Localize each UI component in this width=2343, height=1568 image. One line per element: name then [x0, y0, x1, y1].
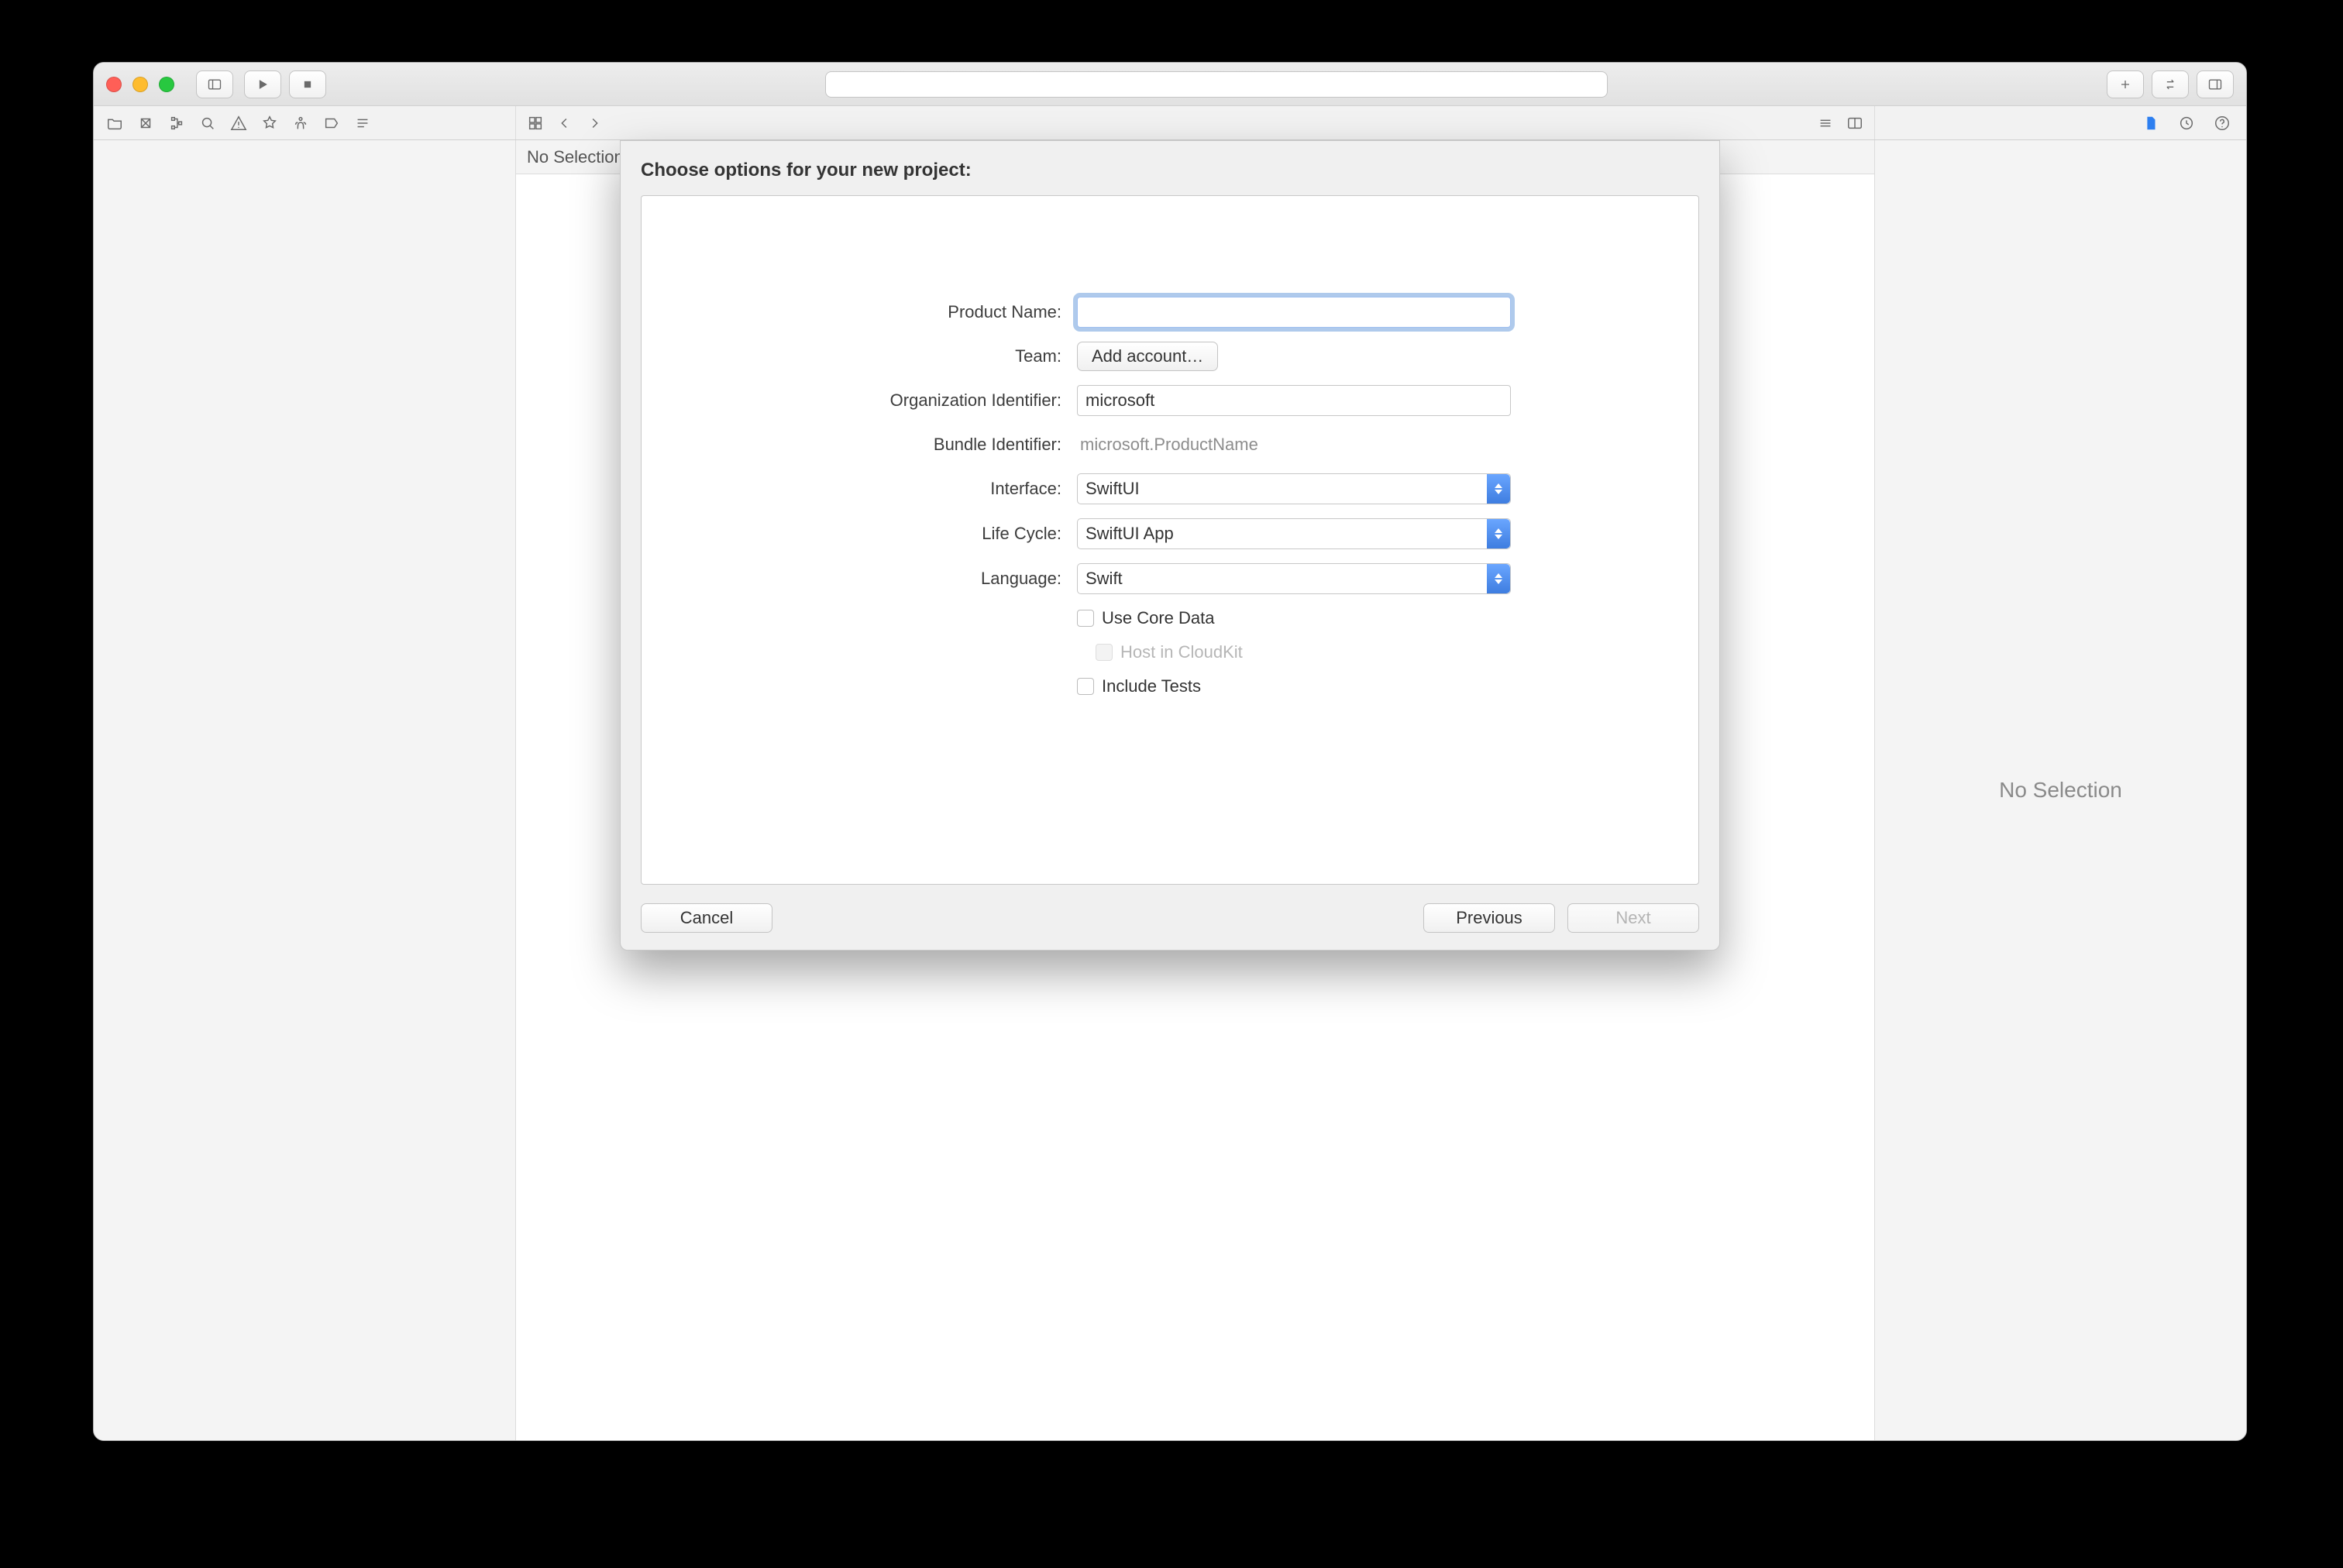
project-navigator — [94, 140, 516, 1440]
lifecycle-select-value: SwiftUI App — [1085, 524, 1174, 544]
minimize-window[interactable] — [132, 77, 148, 92]
previous-button[interactable]: Previous — [1423, 903, 1555, 933]
related-items-icon[interactable] — [525, 113, 545, 133]
bundle-id-value: microsoft.ProductName — [1077, 430, 1511, 459]
debug-navigator-icon[interactable] — [291, 113, 311, 133]
interface-select-value: SwiftUI — [1085, 479, 1140, 499]
jump-bar-status-text: No Selection — [527, 147, 624, 167]
lifecycle-select[interactable]: SwiftUI App — [1077, 518, 1511, 549]
interface-label: Interface: — [990, 479, 1061, 499]
source-control-navigator-icon[interactable] — [136, 113, 156, 133]
traffic-lights — [106, 77, 174, 92]
play-icon — [255, 77, 270, 92]
host-cloudkit-label: Host in CloudKit — [1120, 642, 1243, 662]
library-add-button[interactable] — [2107, 70, 2144, 98]
go-back-icon[interactable] — [555, 113, 575, 133]
use-core-data-row[interactable]: Use Core Data — [1077, 608, 1511, 628]
editor-jump-bar — [516, 106, 1874, 139]
breakpoint-navigator-icon[interactable] — [322, 113, 342, 133]
test-navigator-icon[interactable] — [260, 113, 280, 133]
stop-button[interactable] — [289, 70, 326, 98]
help-inspector-icon[interactable] — [2212, 113, 2232, 133]
navigator-selector — [94, 106, 516, 139]
titlebar — [94, 63, 2246, 106]
swap-icon — [2162, 77, 2178, 92]
interface-select[interactable]: SwiftUI — [1077, 473, 1511, 504]
org-id-label: Organization Identifier: — [890, 390, 1061, 411]
sheet-footer: Cancel Previous Next — [641, 903, 1699, 933]
lifecycle-label: Life Cycle: — [982, 524, 1061, 544]
close-window[interactable] — [106, 77, 122, 92]
cancel-button[interactable]: Cancel — [641, 903, 772, 933]
code-review-button[interactable] — [2152, 70, 2189, 98]
find-navigator-icon[interactable] — [198, 113, 218, 133]
language-select[interactable]: Swift — [1077, 563, 1511, 594]
go-forward-icon[interactable] — [584, 113, 604, 133]
product-name-input[interactable] — [1077, 297, 1511, 328]
stepper-icon — [1487, 519, 1510, 548]
folder-navigator-icon[interactable] — [105, 113, 125, 133]
add-editor-icon[interactable] — [1845, 113, 1865, 133]
panel-toggle-button[interactable] — [2197, 70, 2234, 98]
checkbox-icon — [1096, 644, 1113, 661]
scheme-field-wrap — [337, 71, 2096, 98]
stepper-icon — [1487, 564, 1510, 593]
team-label: Team: — [1015, 346, 1061, 366]
scheme-activity-field[interactable] — [825, 71, 1608, 98]
run-button[interactable] — [244, 70, 281, 98]
product-name-label: Product Name: — [948, 302, 1061, 322]
org-id-input[interactable] — [1077, 385, 1511, 416]
new-project-options-sheet: Choose options for your new project: Pro… — [620, 140, 1720, 951]
inspector-selector — [1874, 106, 2246, 139]
editor-options-icon[interactable] — [1815, 113, 1836, 133]
project-options-form: Product Name: Team: Add account… Organiz… — [829, 297, 1511, 696]
report-navigator-icon[interactable] — [353, 113, 373, 133]
sidebar-toggle-button[interactable] — [196, 70, 233, 98]
include-tests-row[interactable]: Include Tests — [1077, 676, 1511, 696]
language-select-value: Swift — [1085, 569, 1123, 589]
file-inspector-icon[interactable] — [2141, 113, 2161, 133]
history-inspector-icon[interactable] — [2176, 113, 2197, 133]
issue-navigator-icon[interactable] — [229, 113, 249, 133]
checkbox-icon — [1077, 678, 1094, 695]
host-cloudkit-row: Host in CloudKit — [1096, 642, 1511, 662]
symbol-navigator-icon[interactable] — [167, 113, 187, 133]
sheet-form-panel: Product Name: Team: Add account… Organiz… — [641, 195, 1699, 885]
language-label: Language: — [981, 569, 1061, 589]
sheet-title: Choose options for your new project: — [641, 160, 1699, 181]
sidebar-icon — [207, 77, 222, 92]
include-tests-label: Include Tests — [1102, 676, 1201, 696]
plus-icon — [2118, 77, 2133, 92]
navigator-toolbar-row — [94, 106, 2246, 140]
zoom-window[interactable] — [159, 77, 174, 92]
inspector-no-selection: No Selection — [1999, 778, 2122, 803]
add-account-button[interactable]: Add account… — [1077, 342, 1218, 371]
stepper-icon — [1487, 474, 1510, 504]
panels-icon — [2207, 77, 2223, 92]
bundle-id-label: Bundle Identifier: — [934, 435, 1061, 455]
next-button: Next — [1567, 903, 1699, 933]
use-core-data-label: Use Core Data — [1102, 608, 1215, 628]
stop-icon — [300, 77, 315, 92]
checkbox-icon — [1077, 610, 1094, 627]
inspector-panel: No Selection — [1874, 140, 2246, 1440]
xcode-window: No Selection No Selection Choose options… — [93, 62, 2247, 1441]
